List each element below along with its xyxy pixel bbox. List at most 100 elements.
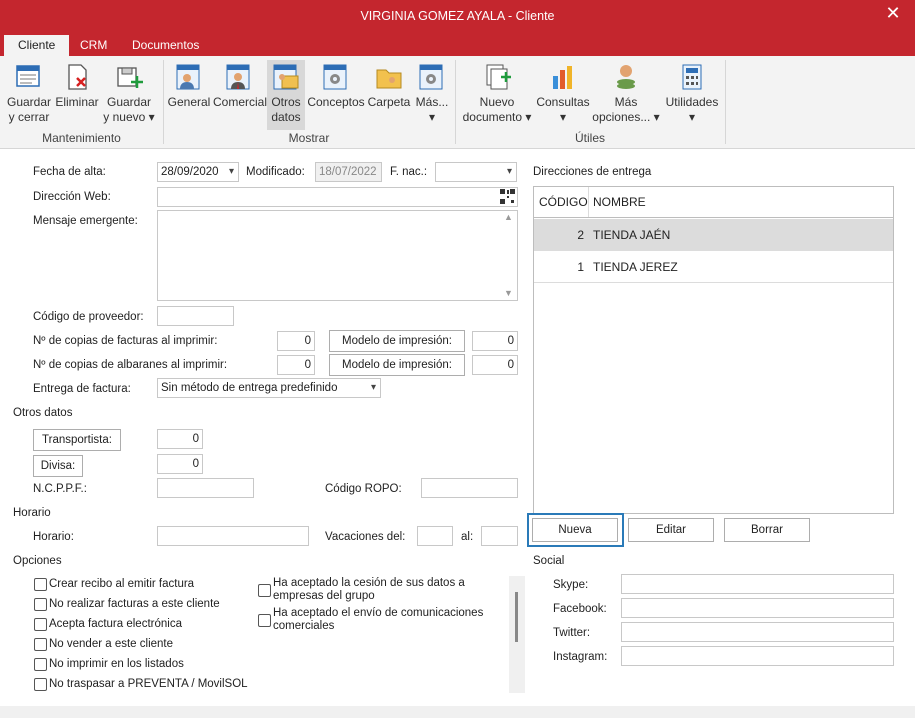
tab-documentos[interactable]: Documentos [118, 35, 213, 56]
consultas-button[interactable]: Consultas ▾ [536, 60, 590, 130]
ncppf-label: N.C.P.P.F.: [33, 483, 87, 495]
horario-field[interactable] [157, 526, 309, 546]
col-codigo-header[interactable]: CÓDIGO [539, 187, 588, 218]
vacaciones-from-field[interactable] [417, 526, 453, 546]
close-icon[interactable]: ✕ [871, 0, 915, 28]
scroll-up-icon[interactable]: ▲ [504, 212, 513, 222]
otros-datos-button[interactable]: Otros datos [267, 60, 305, 130]
otros-datos-title: Otros datos [13, 407, 73, 419]
checkbox-no-traspasar[interactable] [34, 678, 47, 691]
checkbox-no-realizar-facturas[interactable] [34, 598, 47, 611]
instagram-field[interactable] [621, 646, 894, 666]
conceptos-button[interactable]: Conceptos [307, 60, 365, 130]
mas-icon [419, 64, 443, 90]
qr-code-icon[interactable] [500, 189, 515, 204]
twitter-label: Twitter: [553, 627, 591, 639]
vacaciones-to-field[interactable] [481, 526, 518, 546]
opciones-title: Opciones [13, 555, 62, 567]
ropo-label: Código ROPO: [325, 483, 402, 495]
entrega-label: Entrega de factura: [33, 383, 131, 395]
divisa-button[interactable]: Divisa: [33, 455, 83, 477]
fecha-alta-field[interactable]: 28/09/2020 [157, 162, 239, 182]
divisa-value: 0 [192, 458, 199, 470]
tab-cliente[interactable]: Cliente [4, 35, 70, 56]
nuevo-documento-button[interactable]: Nuevo documento ▾ [460, 60, 534, 130]
mas-opciones-label-1: Más [614, 95, 638, 109]
window-title: VIRGINIA GOMEZ AYALA - Cliente [360, 9, 555, 23]
checkbox-factura-electronica[interactable] [34, 618, 47, 631]
al-label: al: [461, 531, 474, 543]
copias-albaranes-field[interactable]: 0 [277, 355, 315, 375]
editar-button[interactable]: Editar [628, 518, 714, 542]
col-nombre-header[interactable]: NOMBRE [593, 187, 646, 218]
fnac-field[interactable] [435, 162, 517, 182]
ropo-field[interactable] [421, 478, 518, 498]
chevron-down-icon: ▾ [428, 110, 436, 124]
checkbox-crear-recibo[interactable] [34, 578, 47, 591]
transportista-button[interactable]: Transportista: [33, 429, 121, 451]
direcciones-grid: CÓDIGO NOMBRE 2 TIENDA JAÉN 1 TIENDA JER… [533, 186, 894, 514]
entrega-select[interactable]: Sin método de entrega predefinido [157, 378, 381, 398]
checkbox-no-imprimir[interactable] [34, 658, 47, 671]
ncppf-field[interactable] [157, 478, 254, 498]
general-button[interactable]: General [167, 60, 211, 130]
nueva-button[interactable]: Nueva [532, 518, 618, 542]
twitter-field[interactable] [621, 622, 894, 642]
grid-header: CÓDIGO NOMBRE [534, 187, 893, 218]
transportista-field[interactable]: 0 [157, 429, 203, 449]
scroll-down-icon[interactable]: ▼ [504, 288, 513, 298]
proveedor-field[interactable] [157, 306, 234, 326]
folder-icon [376, 69, 402, 89]
chevron-down-icon: ▾ [688, 110, 696, 124]
checkbox-label: Ha aceptado el envío de comunicaciones co… [273, 607, 483, 633]
fecha-alta-value: 28/09/2020 [161, 166, 219, 178]
facebook-label: Facebook: [553, 603, 607, 615]
mas-label: Más... [415, 95, 449, 109]
general-icon [176, 64, 200, 90]
column-divider [588, 187, 589, 217]
tab-crm[interactable]: CRM [66, 35, 121, 56]
row-nombre: TIENDA JAÉN [593, 228, 671, 242]
direcciones-title: Direcciones de entrega [533, 166, 652, 178]
copias-albaranes-label: Nº de copias de albaranes al imprimir: [33, 359, 228, 371]
table-row[interactable]: 1 TIENDA JEREZ [534, 251, 893, 283]
modelo-albaranes-button[interactable]: Modelo de impresión: [329, 354, 465, 376]
save-close-button[interactable]: Guardar y cerrar [6, 60, 52, 130]
opciones-scrollbar[interactable] [509, 576, 525, 693]
save-new-icon [117, 67, 143, 88]
modelo-facturas-button[interactable]: Modelo de impresión: [329, 330, 465, 352]
utilidades-label: Utilidades [665, 95, 719, 109]
copias-albaranes-value: 0 [304, 359, 311, 371]
mas-button[interactable]: Más... ▾ [413, 60, 451, 130]
modificado-field: 18/07/2022 [315, 162, 382, 182]
mensaje-textarea[interactable] [157, 210, 518, 301]
modelo-albaranes-value: 0 [507, 359, 514, 371]
copias-facturas-field[interactable]: 0 [277, 331, 315, 351]
facebook-field[interactable] [621, 598, 894, 618]
mas-opciones-button[interactable]: Más opciones... ▾ [592, 60, 660, 130]
comercial-button[interactable]: Comercial [213, 60, 267, 130]
delete-button[interactable]: Eliminar [54, 60, 100, 130]
scrollbar-thumb[interactable] [515, 592, 518, 642]
modelo-albaranes-field[interactable]: 0 [472, 355, 518, 375]
fnac-label: F. nac.: [390, 166, 428, 178]
ribbon: Guardar y cerrar Eliminar Guardar y nuev… [0, 56, 915, 149]
carpeta-button[interactable]: Carpeta [367, 60, 411, 130]
web-field[interactable] [157, 187, 518, 207]
checkbox-cesion-datos[interactable] [258, 584, 271, 597]
modelo-facturas-field[interactable]: 0 [472, 331, 518, 351]
borrar-button[interactable]: Borrar [724, 518, 810, 542]
table-row[interactable]: 2 TIENDA JAÉN [534, 219, 893, 251]
checkbox-comunicaciones[interactable] [258, 614, 271, 627]
skype-field[interactable] [621, 574, 894, 594]
coins-icon [617, 65, 635, 89]
divisa-field[interactable]: 0 [157, 454, 203, 474]
horario-title: Horario [13, 507, 51, 519]
calculator-icon [682, 64, 702, 90]
checkbox-no-vender[interactable] [34, 638, 47, 651]
utilidades-button[interactable]: Utilidades ▾ [662, 60, 722, 130]
otros-datos-icon [273, 64, 299, 90]
checkbox-label: Crear recibo al emitir factura [49, 578, 195, 590]
proveedor-label: Código de proveedor: [33, 311, 144, 323]
save-new-button[interactable]: Guardar y nuevo ▾ [102, 60, 156, 130]
